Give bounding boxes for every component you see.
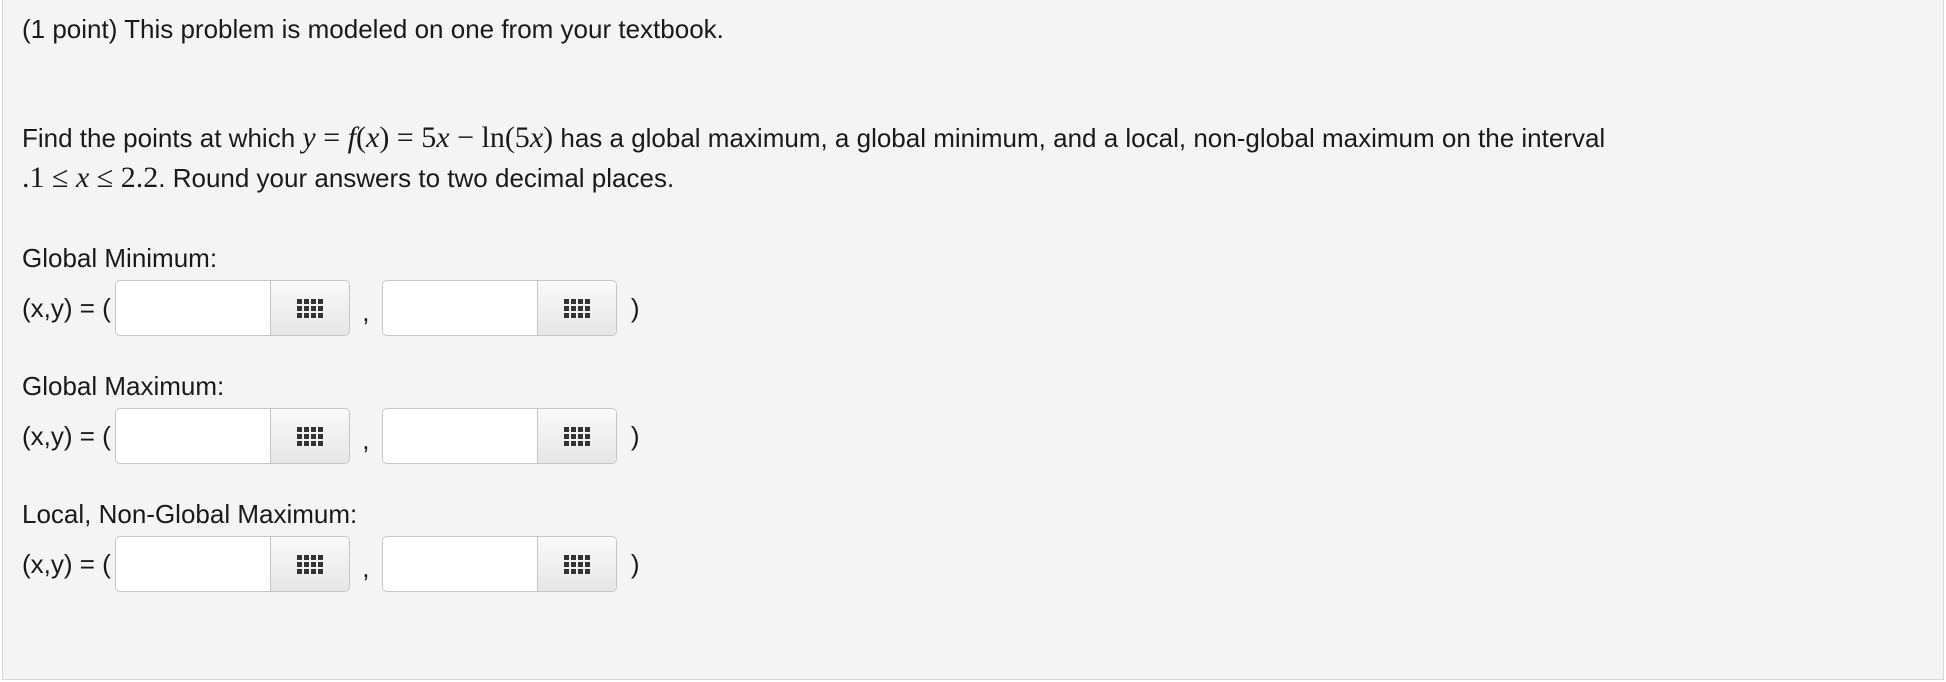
statement-text-end: . Round your answers to two decimal plac… — [158, 163, 675, 193]
coordinate-comma: , — [362, 296, 370, 327]
global-maximum-x-palette-button[interactable] — [269, 409, 349, 463]
global-minimum-x-palette-button[interactable] — [269, 281, 349, 335]
equation-palette-icon — [563, 426, 590, 446]
coordinate-comma: , — [362, 552, 370, 583]
statement-text-start: Find the points at which — [22, 123, 303, 153]
local-maximum-row: (x,y) = ( , ) — [22, 535, 640, 593]
equation-palette-icon — [296, 554, 323, 574]
problem-panel: (1 point) This problem is modeled on one… — [2, 0, 1944, 680]
coordinate-comma: , — [362, 424, 370, 455]
global-minimum-y-input[interactable] — [382, 281, 537, 335]
problem-intro: (1 point) This problem is modeled on one… — [22, 14, 724, 44]
global-maximum-label: Global Maximum: — [22, 371, 225, 401]
global-maximum-y-palette-button[interactable] — [536, 409, 616, 463]
global-minimum-y-palette-button[interactable] — [536, 281, 616, 335]
local-maximum-x-group — [114, 536, 350, 592]
problem-statement: Find the points at which y = f(x) = 5x −… — [22, 118, 1902, 198]
local-maximum-label: Local, Non-Global Maximum: — [22, 499, 358, 529]
statement-text-middle: has a global maximum, a global minimum, … — [553, 123, 1606, 153]
global-minimum-label: Global Minimum: — [22, 243, 218, 273]
global-maximum-row: (x,y) = ( , ) — [22, 407, 640, 465]
global-maximum-y-input[interactable] — [382, 409, 537, 463]
global-maximum-x-group — [114, 408, 350, 464]
local-maximum-y-group — [381, 536, 617, 592]
global-minimum-x-group — [114, 280, 350, 336]
point-close-paren: ) — [630, 420, 640, 451]
global-minimum-row: (x,y) = ( , ) — [22, 279, 640, 337]
equation-palette-icon — [563, 298, 590, 318]
point-prefix: (x,y) = ( — [22, 292, 111, 323]
function-formula: y = f(x) = 5x − ln(5x) — [302, 121, 554, 154]
point-close-paren: ) — [630, 548, 640, 579]
global-minimum-x-input[interactable] — [115, 281, 270, 335]
point-prefix: (x,y) = ( — [22, 548, 111, 579]
equation-palette-icon — [296, 426, 323, 446]
local-maximum-x-palette-button[interactable] — [269, 537, 349, 591]
point-close-paren: ) — [630, 292, 640, 323]
global-minimum-y-group — [381, 280, 617, 336]
equation-palette-icon — [296, 298, 323, 318]
equation-palette-icon — [563, 554, 590, 574]
local-maximum-x-input[interactable] — [115, 537, 270, 591]
local-maximum-y-input[interactable] — [382, 537, 537, 591]
local-maximum-y-palette-button[interactable] — [536, 537, 616, 591]
interval-formula: .1 ≤ x ≤ 2.2 — [22, 161, 159, 194]
point-prefix: (x,y) = ( — [22, 420, 111, 451]
global-maximum-x-input[interactable] — [115, 409, 270, 463]
global-maximum-y-group — [381, 408, 617, 464]
